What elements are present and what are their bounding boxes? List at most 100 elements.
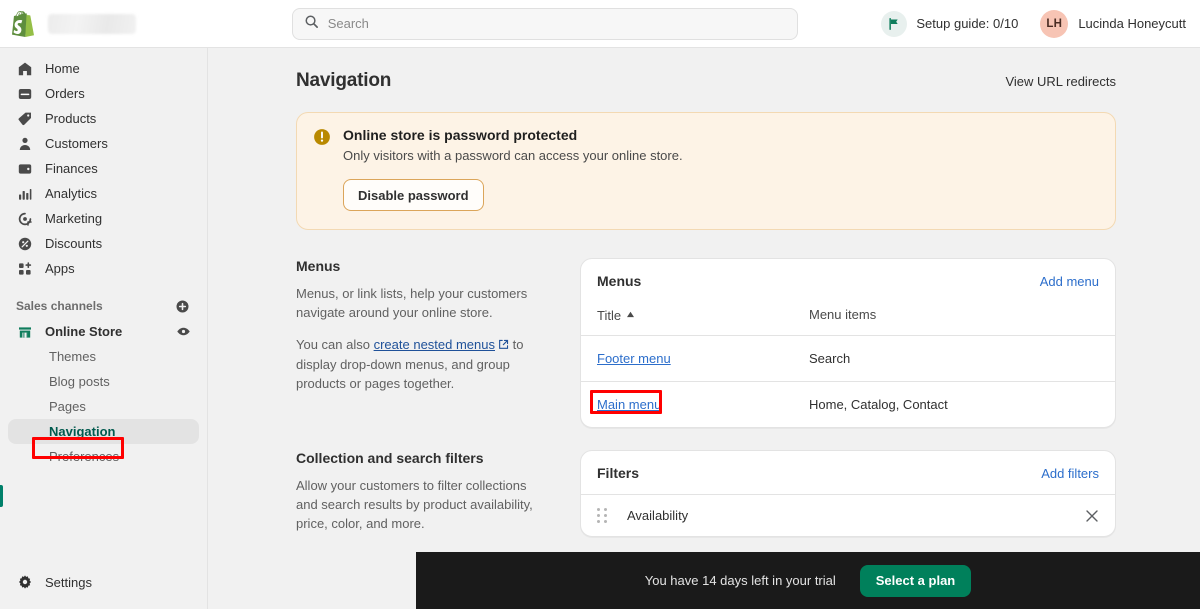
user-name: Lucinda Honeycutt (1078, 16, 1186, 31)
sidebar-item-label: Orders (45, 86, 85, 101)
filters-section-description: Collection and search filters Allow your… (296, 450, 580, 537)
sidebar-item-analytics[interactable]: Analytics (8, 181, 199, 206)
person-icon (16, 135, 34, 153)
column-header-menu-items: Menu items (793, 302, 1115, 336)
user-menu-button[interactable]: LH Lucinda Honeycutt (1040, 9, 1186, 38)
create-nested-menus-link[interactable]: create nested menus (374, 337, 495, 352)
external-link-icon (498, 336, 509, 355)
sidebar-item-apps[interactable]: Apps (8, 256, 199, 281)
sidebar-item-label: Discounts (45, 236, 103, 251)
product-tag-icon (16, 110, 34, 128)
discount-percent-icon (16, 235, 34, 253)
footer-menu-link[interactable]: Footer menu (597, 351, 671, 366)
filter-name: Availability (627, 508, 689, 523)
sidebar-item-blog-posts[interactable]: Blog posts (8, 369, 199, 394)
disable-password-button[interactable]: Disable password (343, 179, 484, 211)
active-indicator-bar (0, 485, 3, 507)
sidebar-item-pages[interactable]: Pages (8, 394, 199, 419)
page-title: Navigation (296, 70, 392, 91)
table-row: Footer menu Search (581, 335, 1115, 382)
alert-circle-icon (313, 128, 331, 211)
search-icon (304, 14, 319, 34)
search-placeholder: Search (327, 16, 369, 31)
column-header-title[interactable]: Title (581, 302, 793, 336)
sidebar-item-discounts[interactable]: Discounts (8, 231, 199, 256)
page-header: Navigation View URL redirects (296, 70, 1116, 92)
sidebar-item-label: Products (45, 111, 97, 126)
home-icon (16, 60, 34, 78)
filters-section-heading: Collection and search filters (296, 450, 484, 466)
menu-items-cell: Search (793, 335, 1115, 382)
filters-section: Collection and search filters Allow your… (296, 450, 1116, 537)
filters-card-header: Filters Add filters (581, 451, 1115, 494)
sidebar-item-online-store[interactable]: Online Store (8, 319, 199, 344)
main-menu-link[interactable]: Main menu (597, 397, 661, 412)
eye-icon[interactable] (176, 324, 191, 339)
sidebar: Home Orders Products Customers Finances … (0, 48, 208, 609)
password-protected-banner: Online store is password protected Only … (296, 112, 1116, 230)
table-header-row: Title Menu items (581, 302, 1115, 336)
shopify-logo-icon[interactable] (12, 10, 36, 37)
menus-section-heading: Menus (296, 258, 341, 274)
table-row: Main menu Home, Catalog, Contact (581, 382, 1115, 428)
sidebar-item-home[interactable]: Home (8, 56, 199, 81)
menus-paragraph-1: Menus, or link lists, help your customer… (296, 286, 528, 320)
sidebar-item-preferences[interactable]: Preferences (8, 444, 199, 469)
add-menu-link[interactable]: Add menu (1040, 274, 1099, 289)
sidebar-item-label: Online Store (45, 324, 123, 339)
wallet-icon (16, 160, 34, 178)
sidebar-item-label: Analytics (45, 186, 98, 201)
sidebar-item-label: Pages (49, 399, 86, 414)
sidebar-item-marketing[interactable]: Marketing (8, 206, 199, 231)
column-title-label: Title (597, 308, 622, 323)
menus-paragraph-2-before: You can also (296, 337, 374, 352)
sidebar-item-customers[interactable]: Customers (8, 131, 199, 156)
storefront-icon (16, 323, 34, 341)
top-bar: Search Setup guide: 0/10 LH Lucinda Hone… (0, 0, 1200, 48)
main-content: Navigation View URL redirects Online sto… (208, 48, 1200, 609)
menu-items-cell: Home, Catalog, Contact (809, 397, 948, 412)
sidebar-item-label: Settings (45, 574, 92, 590)
menus-card-title: Menus (597, 273, 642, 289)
sales-channels-title: Sales channels (16, 299, 103, 313)
sidebar-item-label: Finances (45, 161, 98, 176)
sidebar-item-products[interactable]: Products (8, 106, 199, 131)
sidebar-item-label: Marketing (45, 211, 103, 226)
sidebar-item-navigation[interactable]: Navigation (8, 419, 199, 444)
sidebar-item-label: Preferences (49, 449, 120, 464)
apps-grid-plus-icon (16, 260, 34, 278)
bar-chart-icon (16, 185, 34, 203)
add-filters-link[interactable]: Add filters (1041, 466, 1099, 481)
shopify-admin-window: Search Setup guide: 0/10 LH Lucinda Hone… (0, 0, 1200, 609)
sidebar-item-themes[interactable]: Themes (8, 344, 199, 369)
setup-guide-button[interactable]: Setup guide: 0/10 (881, 10, 1018, 37)
trial-text: You have 14 days left in your trial (644, 573, 836, 588)
filters-card: Filters Add filters Availability (580, 450, 1116, 537)
filter-row-availability: Availability (581, 494, 1115, 536)
close-icon[interactable] (1085, 509, 1099, 523)
sidebar-item-settings[interactable]: Settings (0, 569, 207, 595)
brand-area (0, 10, 208, 37)
select-a-plan-button[interactable]: Select a plan (859, 564, 972, 597)
store-name-redacted[interactable] (48, 13, 136, 34)
megaphone-target-icon (16, 210, 34, 228)
view-url-redirects-link[interactable]: View URL redirects (1005, 74, 1116, 89)
search-input[interactable]: Search (291, 7, 798, 40)
menus-section: Menus Menus, or link lists, help your cu… (296, 258, 1116, 428)
menu-title-cell: Footer menu (581, 335, 793, 382)
sidebar-item-orders[interactable]: Orders (8, 81, 199, 106)
menus-card: Menus Add menu Title Menu items Footer m… (580, 258, 1116, 428)
menu-title-cell: Main menu (581, 382, 793, 428)
top-bar-right: Setup guide: 0/10 LH Lucinda Honeycutt (881, 9, 1200, 38)
filters-card-title: Filters (597, 465, 640, 481)
filters-paragraph: Allow your customers to filter collectio… (296, 478, 533, 531)
search-area: Search (208, 7, 881, 40)
sidebar-item-label: Themes (49, 349, 96, 364)
menus-table: Title Menu items Footer menu Search Main… (581, 302, 1115, 427)
drag-handle-icon[interactable] (597, 508, 611, 523)
plus-circle-icon[interactable] (173, 297, 191, 315)
menus-section-description: Menus Menus, or link lists, help your cu… (296, 258, 580, 428)
sidebar-item-finances[interactable]: Finances (8, 156, 199, 181)
banner-title: Online store is password protected (343, 127, 578, 143)
sidebar-item-label: Customers (45, 136, 108, 151)
